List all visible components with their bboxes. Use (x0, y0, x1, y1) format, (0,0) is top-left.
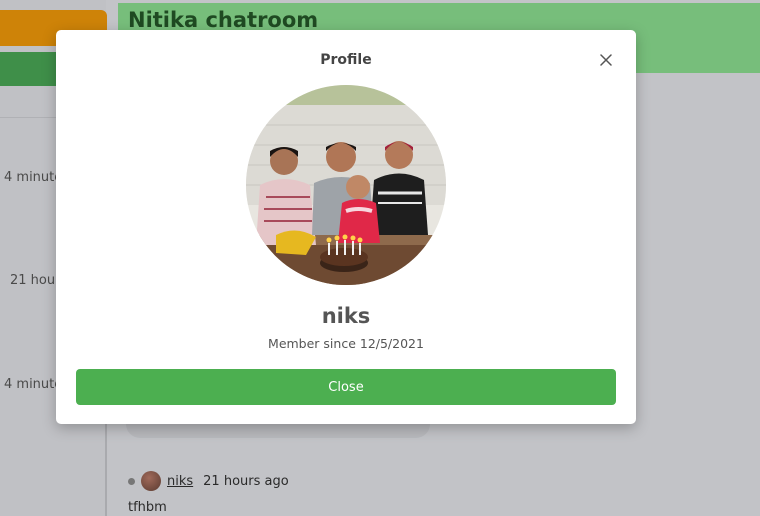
message-text: tfhbm (128, 500, 167, 515)
message-time: 21 hours ago (203, 473, 289, 489)
chat-title: Nitika chatroom (128, 8, 319, 32)
profile-modal: Profile niks Member since 12/5/2021 Clos… (56, 30, 636, 424)
sidebar-item-time: 4 minute (4, 377, 63, 392)
message-username[interactable]: niks (167, 474, 193, 489)
modal-title: Profile (320, 52, 372, 68)
profile-name: niks (321, 304, 371, 328)
sidebar-item-time: 21 hour (10, 273, 61, 288)
avatar[interactable] (141, 471, 161, 491)
close-button[interactable]: Close (76, 369, 616, 405)
status-dot (128, 477, 135, 485)
message-meta: niks 21 hours ago (128, 470, 289, 492)
profile-photo (246, 85, 446, 285)
close-icon[interactable] (598, 52, 614, 68)
sidebar-item-time: 4 minute (4, 170, 63, 185)
member-since: Member since 12/5/2021 (268, 336, 424, 351)
